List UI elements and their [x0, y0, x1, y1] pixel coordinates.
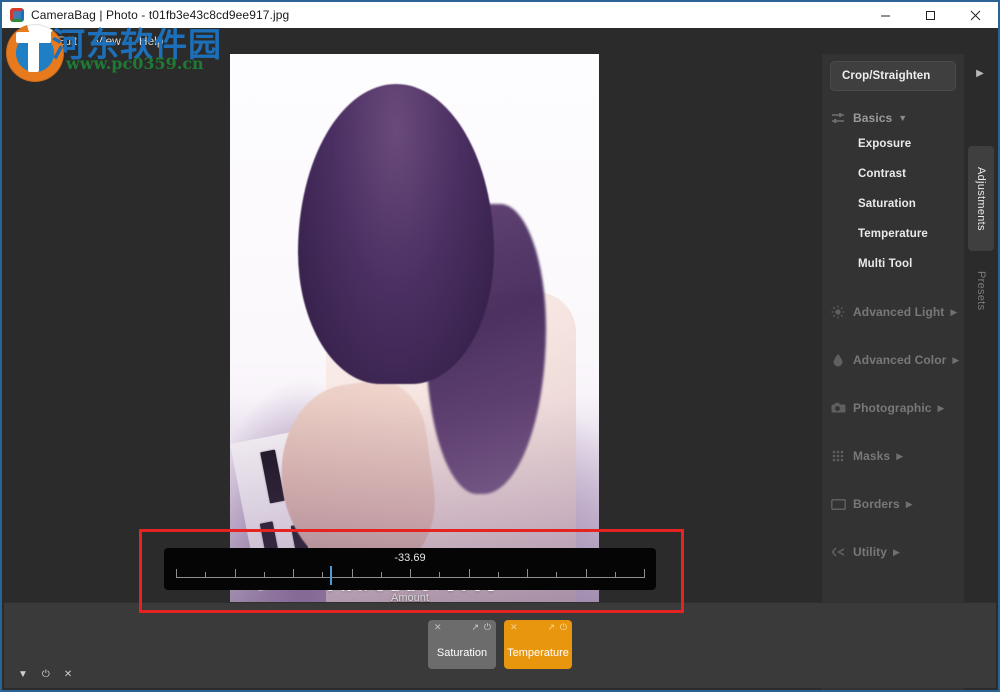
camerabag-window: CameraBag | Photo - t01fb3e43c8cd9ee917.…	[0, 0, 1000, 692]
sidebar-group-label: Basics	[853, 111, 893, 125]
adjustments-sidebar: Crop/Straighten Basics ▼ Exposure Contra…	[822, 54, 964, 690]
tab-adjustments-label: Adjustments	[975, 166, 987, 231]
chevron-right-icon[interactable]: ▶	[938, 403, 945, 413]
chevron-down-icon[interactable]: ▼	[898, 113, 907, 123]
menu-item-help[interactable]: Help	[130, 30, 173, 52]
sidebar-item-temperature[interactable]: Temperature	[858, 219, 964, 249]
photo-image[interactable]: FANCLES/2012	[230, 54, 599, 607]
filter-chip-list: ✕ ↗ ⏻ Saturation ✕ ↗ ⏻ Temperature	[4, 620, 996, 669]
photo-canvas[interactable]: FANCLES/2012	[4, 54, 824, 607]
sidebar-group-photographic[interactable]: Photographic ▶	[830, 397, 964, 419]
sidebar-group-label: Borders	[853, 497, 900, 511]
close-button[interactable]	[953, 2, 998, 28]
tab-presets[interactable]: Presets	[968, 254, 994, 328]
crop-straighten-label: Crop/Straighten	[842, 70, 931, 82]
filter-chip-label: Saturation	[436, 647, 488, 659]
sidebar-item-saturation[interactable]: Saturation	[858, 189, 964, 219]
title-bar: CameraBag | Photo - t01fb3e43c8cd9ee917.…	[2, 2, 998, 28]
sidebar-group-masks[interactable]: Masks ▶	[830, 445, 964, 467]
filter-stack-bar: ✕ ↗ ⏻ Saturation ✕ ↗ ⏻ Temperature ▼ ⏻ ✕	[4, 602, 996, 688]
close-icon[interactable]: ✕	[434, 623, 442, 632]
sidebar-group-utility[interactable]: Utility ▶	[830, 541, 964, 563]
pin-icon[interactable]: ↗	[547, 623, 555, 632]
highlight-annotation	[139, 529, 684, 613]
right-rail: ▶ Adjustments Presets	[964, 54, 996, 690]
wrench-icon	[830, 545, 846, 559]
chevron-right-icon[interactable]: ▶	[952, 355, 959, 365]
chevron-right-icon[interactable]: ▶	[896, 451, 903, 461]
filter-chip-temperature[interactable]: ✕ ↗ ⏻ Temperature	[504, 620, 572, 669]
minimize-button[interactable]	[863, 2, 908, 28]
chevron-right-icon[interactable]: ▶	[906, 499, 913, 509]
sidebar-item-contrast[interactable]: Contrast	[858, 159, 964, 189]
sun-icon	[830, 305, 846, 319]
power-icon[interactable]: ⏻	[42, 670, 50, 680]
filter-chip-saturation[interactable]: ✕ ↗ ⏻ Saturation	[428, 620, 496, 669]
chevron-right-icon[interactable]: ▶	[893, 547, 900, 557]
collapse-panel-arrow-icon[interactable]: ▶	[964, 60, 996, 86]
sidebar-group-label: Photographic	[853, 401, 932, 415]
sidebar-item-exposure[interactable]: Exposure	[858, 129, 964, 159]
window-title: CameraBag | Photo - t01fb3e43c8cd9ee917.…	[31, 8, 290, 22]
camerabag-app-icon	[10, 8, 24, 22]
sidebar-item-multi-tool[interactable]: Multi Tool	[858, 249, 964, 279]
camera-icon	[830, 401, 846, 415]
chevron-right-icon[interactable]: ▶	[950, 307, 957, 317]
sidebar-group-label: Utility	[853, 545, 888, 559]
mask-icon	[830, 449, 846, 463]
droplet-icon	[830, 353, 846, 367]
power-icon[interactable]: ⏻	[560, 623, 567, 632]
sidebar-group-advanced-light[interactable]: Advanced Light ▶	[830, 301, 964, 323]
sidebar-group-advanced-color[interactable]: Advanced Color ▶	[830, 349, 964, 371]
menu-item-view[interactable]: View	[86, 30, 130, 52]
close-icon[interactable]: ✕	[64, 670, 72, 680]
sliders-icon	[830, 111, 846, 125]
photo-gradient	[230, 54, 599, 607]
tab-presets-label: Presets	[975, 271, 987, 311]
sidebar-group-label: Advanced Light	[853, 305, 945, 319]
bottom-left-controls: ▼ ⏻ ✕	[18, 670, 72, 680]
menu-item-edit[interactable]: Edit	[47, 30, 86, 52]
crop-straighten-button[interactable]: Crop/Straighten	[830, 61, 956, 91]
sidebar-group-label: Advanced Color	[853, 353, 947, 367]
sidebar-group-borders[interactable]: Borders ▶	[830, 493, 964, 515]
maximize-button[interactable]	[908, 2, 953, 28]
frame-icon	[830, 497, 846, 511]
sidebar-group-basics[interactable]: Basics ▼	[830, 107, 964, 129]
menu-bar: File Edit View Help	[2, 28, 998, 54]
menu-item-file[interactable]: File	[10, 30, 47, 52]
pin-icon[interactable]: ↗	[471, 623, 479, 632]
caret-down-icon[interactable]: ▼	[18, 670, 28, 680]
filter-chip-label: Temperature	[507, 647, 569, 659]
tab-adjustments[interactable]: Adjustments	[968, 146, 994, 251]
sidebar-group-label: Masks	[853, 449, 891, 463]
power-icon[interactable]: ⏻	[484, 623, 491, 632]
close-icon[interactable]: ✕	[510, 623, 518, 632]
